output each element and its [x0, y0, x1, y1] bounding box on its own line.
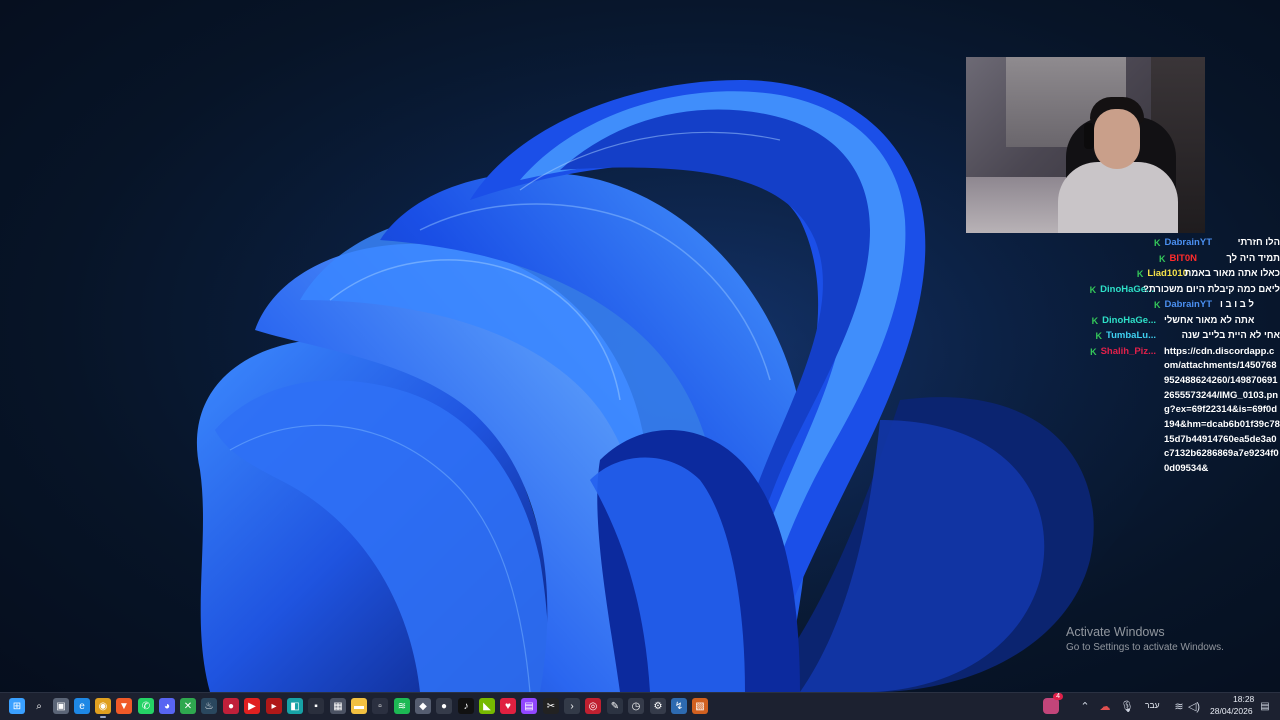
- chat-text: אתה לא מאור אחשלי: [1164, 314, 1255, 326]
- game-icon[interactable]: ▸: [266, 698, 282, 714]
- volume-icon[interactable]: ◁): [1186, 698, 1202, 714]
- chat-message: K DinoHaGe... ליאם כמה קיבלת היום משכורת…: [1080, 283, 1280, 299]
- tiktok-icon[interactable]: ♪: [458, 698, 474, 714]
- folder-icon[interactable]: ▬: [351, 698, 367, 714]
- spotify-icon[interactable]: ≋: [394, 698, 410, 714]
- record-icon[interactable]: ●: [223, 698, 239, 714]
- network-app-icon[interactable]: ↯: [671, 698, 687, 714]
- app-gray-icon[interactable]: ▫: [372, 698, 388, 714]
- kick-badge-icon: K: [1159, 253, 1166, 264]
- heart-icon[interactable]: ♥: [500, 698, 516, 714]
- chat-text: ליאם כמה קיבלת היום משכורת?: [1143, 283, 1280, 295]
- chat-message: K DabrainYT ל ב ו ב ו: [1080, 298, 1280, 314]
- chat-message: K TumbaLu... אחי לא היית בלייב שנה: [1080, 329, 1280, 345]
- kick-badge-icon: K: [1091, 315, 1099, 326]
- app-light-icon[interactable]: ◆: [415, 698, 431, 714]
- task-view-icon[interactable]: ▣: [53, 698, 69, 714]
- gear-icon[interactable]: ⚙: [650, 698, 666, 714]
- chat-message: K Shalih_Piz... https://cdn.discordapp.c…: [1080, 345, 1280, 477]
- brave-icon[interactable]: ▼: [116, 698, 132, 714]
- chat-username: DabrainYT: [1164, 237, 1212, 248]
- palette-icon[interactable]: ▧: [692, 698, 708, 714]
- calculator-icon[interactable]: ▦: [330, 698, 346, 714]
- activate-title: Activate Windows: [1066, 625, 1165, 639]
- stream-chat: K DabrainYT הלו חזרתי K BIT0N תמיד היה ל…: [1080, 236, 1280, 477]
- kick-badge-icon: K: [1136, 269, 1144, 279]
- cloud-app-icon[interactable]: ☁: [1097, 698, 1113, 714]
- activate-subtitle: Go to Settings to activate Windows.: [1066, 642, 1224, 653]
- discord-icon[interactable]: ◕: [159, 698, 175, 714]
- chevron-up-icon[interactable]: ⌃: [1077, 698, 1093, 714]
- chat-text: ל ב ו ב ו: [1220, 299, 1254, 310]
- notification-bell-icon[interactable]: ▤: [1257, 698, 1273, 714]
- chat-username: Liad1010: [1147, 268, 1188, 279]
- nvidia-icon[interactable]: ◣: [479, 698, 495, 714]
- notification-count: 4: [1053, 693, 1063, 700]
- settings-dot-icon[interactable]: ●: [436, 698, 452, 714]
- chat-username: Shalih_Piz...: [1100, 345, 1156, 357]
- chat-username: DinoHaGe...: [1102, 314, 1156, 326]
- desktop: K DabrainYT הלו חזרתי K BIT0N תמיד היה ל…: [0, 0, 1280, 692]
- terminal-icon[interactable]: ›: [564, 698, 580, 714]
- activate-windows-watermark: Activate Windows Go to Settings to activ…: [1066, 625, 1224, 653]
- chat-text: הלו חזרתי: [1237, 237, 1280, 248]
- twitch-icon[interactable]: ▤: [521, 698, 537, 714]
- microphone-icon[interactable]: 🎙: [1119, 698, 1135, 714]
- chat-message: K DinoHaGe... אתה לא מאור אחשלי: [1080, 314, 1280, 330]
- wifi-icon[interactable]: ≋: [1171, 698, 1187, 714]
- clock-icon[interactable]: ◷: [628, 698, 644, 714]
- chrome-icon[interactable]: ◉: [95, 698, 111, 718]
- tray-app-notification-icon[interactable]: 4: [1043, 693, 1063, 714]
- app-teal-icon[interactable]: ◧: [287, 698, 303, 714]
- chat-text: אחי לא היית בלייב שנה: [1181, 330, 1280, 341]
- tray-time[interactable]: 18:28: [1233, 694, 1254, 704]
- chat-message: K Liad1010 כאלו אתה מאור באמת: [1080, 267, 1280, 283]
- kick-badge-icon: K: [1153, 300, 1161, 310]
- start-icon[interactable]: ⊞: [9, 698, 25, 714]
- chat-link[interactable]: https://cdn.discordapp.com/attachments/1…: [1164, 345, 1280, 477]
- chat-username: TumbaLu...: [1106, 330, 1156, 341]
- kick-badge-icon: K: [1090, 346, 1097, 357]
- search-icon[interactable]: ⌕: [31, 698, 47, 714]
- steam-icon[interactable]: ♨: [201, 698, 217, 714]
- edge-icon[interactable]: e: [74, 698, 90, 714]
- xbox-icon[interactable]: ✕: [180, 698, 196, 714]
- chat-text: כאלו אתה מאור באמת: [1184, 268, 1280, 279]
- kick-badge-icon: K: [1095, 331, 1103, 341]
- tray-date[interactable]: 28/04/2026: [1210, 706, 1253, 716]
- whatsapp-icon[interactable]: ✆: [138, 698, 154, 714]
- chat-text: תמיד היה לך: [1226, 252, 1280, 264]
- chat-username: BIT0N: [1169, 252, 1197, 264]
- kick-badge-icon: K: [1089, 284, 1097, 295]
- taskbar: ⊞ ⌕ ▣ e ◉ ▼ ✆ ◕ ✕ ♨ ● ▶ ▸ ◧ ▪ ▦ ▬ ▫ ≋ ◆ ● ♪ ◣ ♥ ▤ ✂ › ◎ ✎ ◷ ⚙ ↯ ▧ 4 ⌃ ☁ …: [0, 692, 1280, 720]
- capcut-icon[interactable]: ✂: [543, 698, 559, 714]
- language-indicator[interactable]: עבר: [1145, 700, 1160, 710]
- kick-badge-icon: K: [1153, 238, 1161, 248]
- app-dark-icon[interactable]: ▪: [308, 698, 324, 714]
- webcam-overlay: [966, 57, 1205, 233]
- chat-username: DabrainYT: [1164, 299, 1212, 310]
- chat-message: K BIT0N תמיד היה לך: [1080, 252, 1280, 268]
- chat-message: K DabrainYT הלו חזרתי: [1080, 236, 1280, 252]
- notepad-icon[interactable]: ✎: [607, 698, 623, 714]
- youtube-icon[interactable]: ▶: [244, 698, 260, 714]
- obs-icon[interactable]: ◎: [585, 698, 601, 714]
